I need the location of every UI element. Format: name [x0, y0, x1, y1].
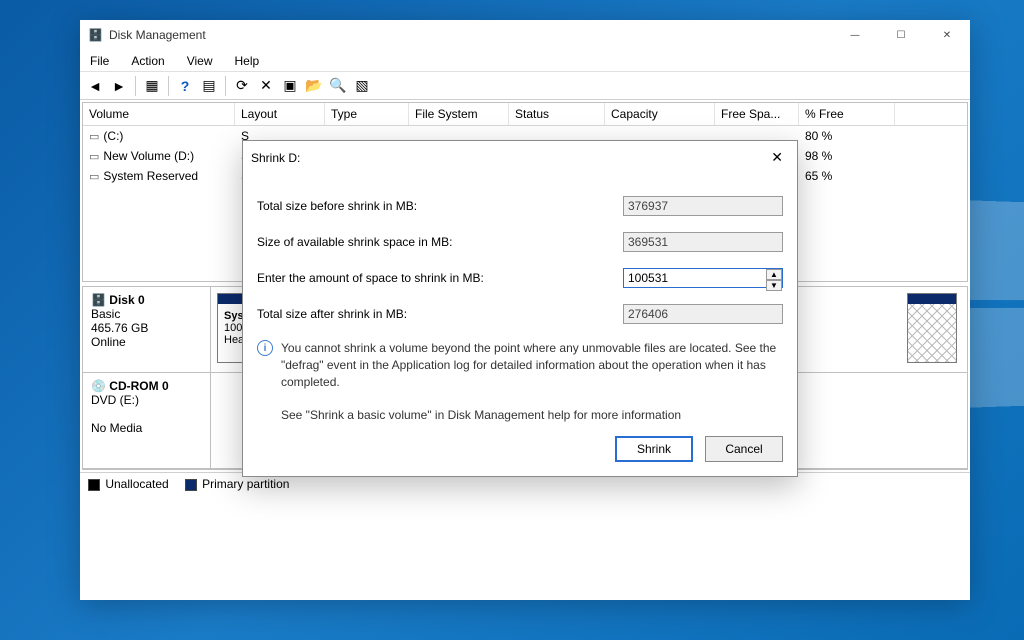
- col-capacity[interactable]: Capacity: [605, 103, 715, 125]
- col-status[interactable]: Status: [509, 103, 605, 125]
- info-text-1: You cannot shrink a volume beyond the po…: [281, 340, 783, 390]
- help-icon[interactable]: ?: [174, 75, 196, 97]
- toolbar: ◄ ► ▦ ? ▤ ⟳ ✕ ▣ 📂 🔍 ▧: [80, 72, 970, 100]
- shrink-button[interactable]: Shrink: [615, 436, 693, 462]
- more-icon[interactable]: ▧: [351, 75, 373, 97]
- menu-help[interactable]: Help: [231, 52, 264, 70]
- legend-swatch-unallocated: [88, 479, 100, 491]
- col-freespace[interactable]: Free Spa...: [715, 103, 799, 125]
- disk-label[interactable]: 💿 CD-ROM 0 DVD (E:) No Media: [83, 373, 211, 468]
- volume-icon: ▭: [89, 170, 99, 183]
- col-fs[interactable]: File System: [409, 103, 509, 125]
- legend-swatch-primary: [185, 479, 197, 491]
- window-title: Disk Management: [109, 28, 206, 42]
- dialog-close-button[interactable]: ✕: [765, 147, 789, 168]
- volume-icon: ▭: [89, 150, 99, 163]
- maximize-button[interactable]: ☐: [878, 20, 924, 50]
- vol-name: New Volume (D:): [103, 149, 194, 163]
- volume-icon: ▭: [89, 130, 99, 143]
- col-layout[interactable]: Layout: [235, 103, 325, 125]
- shrink-amount-input[interactable]: [623, 268, 783, 288]
- spin-down-button[interactable]: ▼: [766, 280, 782, 291]
- info-text-2: See "Shrink a basic volume" in Disk Mana…: [281, 407, 783, 424]
- dialog-title: Shrink D:: [251, 151, 300, 165]
- col-type[interactable]: Type: [325, 103, 409, 125]
- close-button[interactable]: ✕: [924, 20, 970, 50]
- props-icon[interactable]: ▤: [198, 75, 220, 97]
- menu-view[interactable]: View: [183, 52, 217, 70]
- cdrom-icon: 💿: [91, 379, 106, 393]
- titlebar: 🗄️ Disk Management — ☐ ✕: [80, 20, 970, 50]
- menubar: File Action View Help: [80, 50, 970, 72]
- value-available: 369531: [623, 232, 783, 252]
- minimize-button[interactable]: —: [832, 20, 878, 50]
- disk-icon: 🗄️: [91, 293, 106, 307]
- table-header: Volume Layout Type File System Status Ca…: [83, 103, 967, 126]
- delete-icon[interactable]: ✕: [255, 75, 277, 97]
- forward-icon[interactable]: ►: [108, 75, 130, 97]
- panel-icon[interactable]: ▦: [141, 75, 163, 97]
- partition-unallocated[interactable]: [907, 293, 957, 363]
- menu-action[interactable]: Action: [127, 52, 168, 70]
- spin-up-button[interactable]: ▲: [766, 269, 782, 280]
- back-icon[interactable]: ◄: [84, 75, 106, 97]
- cancel-button[interactable]: Cancel: [705, 436, 783, 462]
- shrink-dialog: Shrink D: ✕ Total size before shrink in …: [242, 140, 798, 477]
- col-pctfree[interactable]: % Free: [799, 103, 895, 125]
- value-total-before: 376937: [623, 196, 783, 216]
- info-icon: i: [257, 340, 273, 356]
- value-total-after: 276406: [623, 304, 783, 324]
- menu-file[interactable]: File: [86, 52, 113, 70]
- label-enter-amount: Enter the amount of space to shrink in M…: [257, 271, 623, 285]
- disk-label[interactable]: 🗄️ Disk 0 Basic 465.76 GB Online: [83, 287, 211, 372]
- refresh-icon[interactable]: ⟳: [231, 75, 253, 97]
- label-available: Size of available shrink space in MB:: [257, 235, 623, 249]
- disk-icon[interactable]: ▣: [279, 75, 301, 97]
- vol-name: (C:): [103, 129, 123, 143]
- search-icon[interactable]: 🔍: [327, 75, 349, 97]
- vol-name: System Reserved: [103, 169, 198, 183]
- dialog-titlebar: Shrink D: ✕: [243, 141, 797, 174]
- open-icon[interactable]: 📂: [303, 75, 325, 97]
- app-icon: 🗄️: [88, 28, 103, 42]
- label-total-before: Total size before shrink in MB:: [257, 199, 623, 213]
- label-total-after: Total size after shrink in MB:: [257, 307, 623, 321]
- col-volume[interactable]: Volume: [83, 103, 235, 125]
